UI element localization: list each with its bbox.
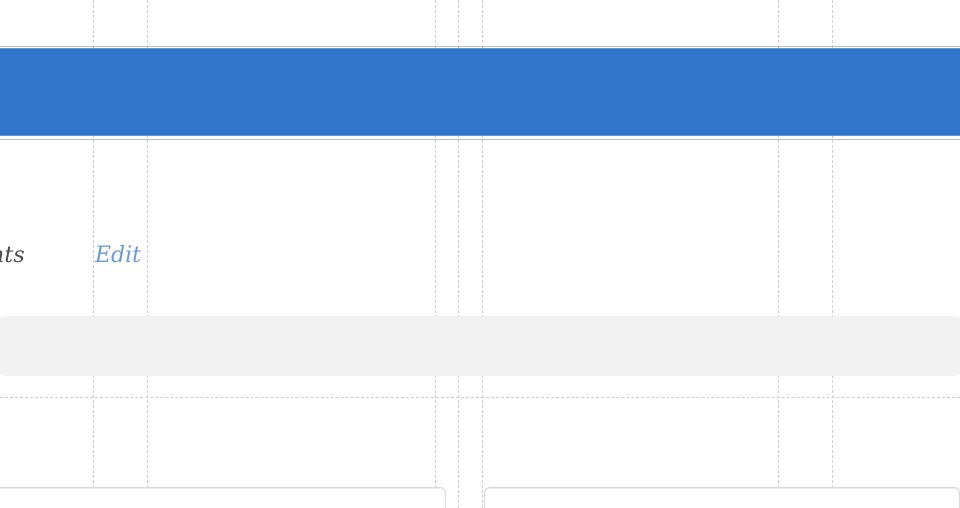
content-card-left [0, 487, 446, 508]
header-bar [0, 48, 960, 136]
guide-line [0, 397, 960, 398]
grey-placeholder-bar [0, 316, 960, 376]
section-label: nts [0, 243, 25, 268]
wireframe-canvas: nts Edit [0, 0, 960, 508]
content-card-right [484, 487, 960, 508]
edit-link[interactable]: Edit [95, 243, 141, 268]
